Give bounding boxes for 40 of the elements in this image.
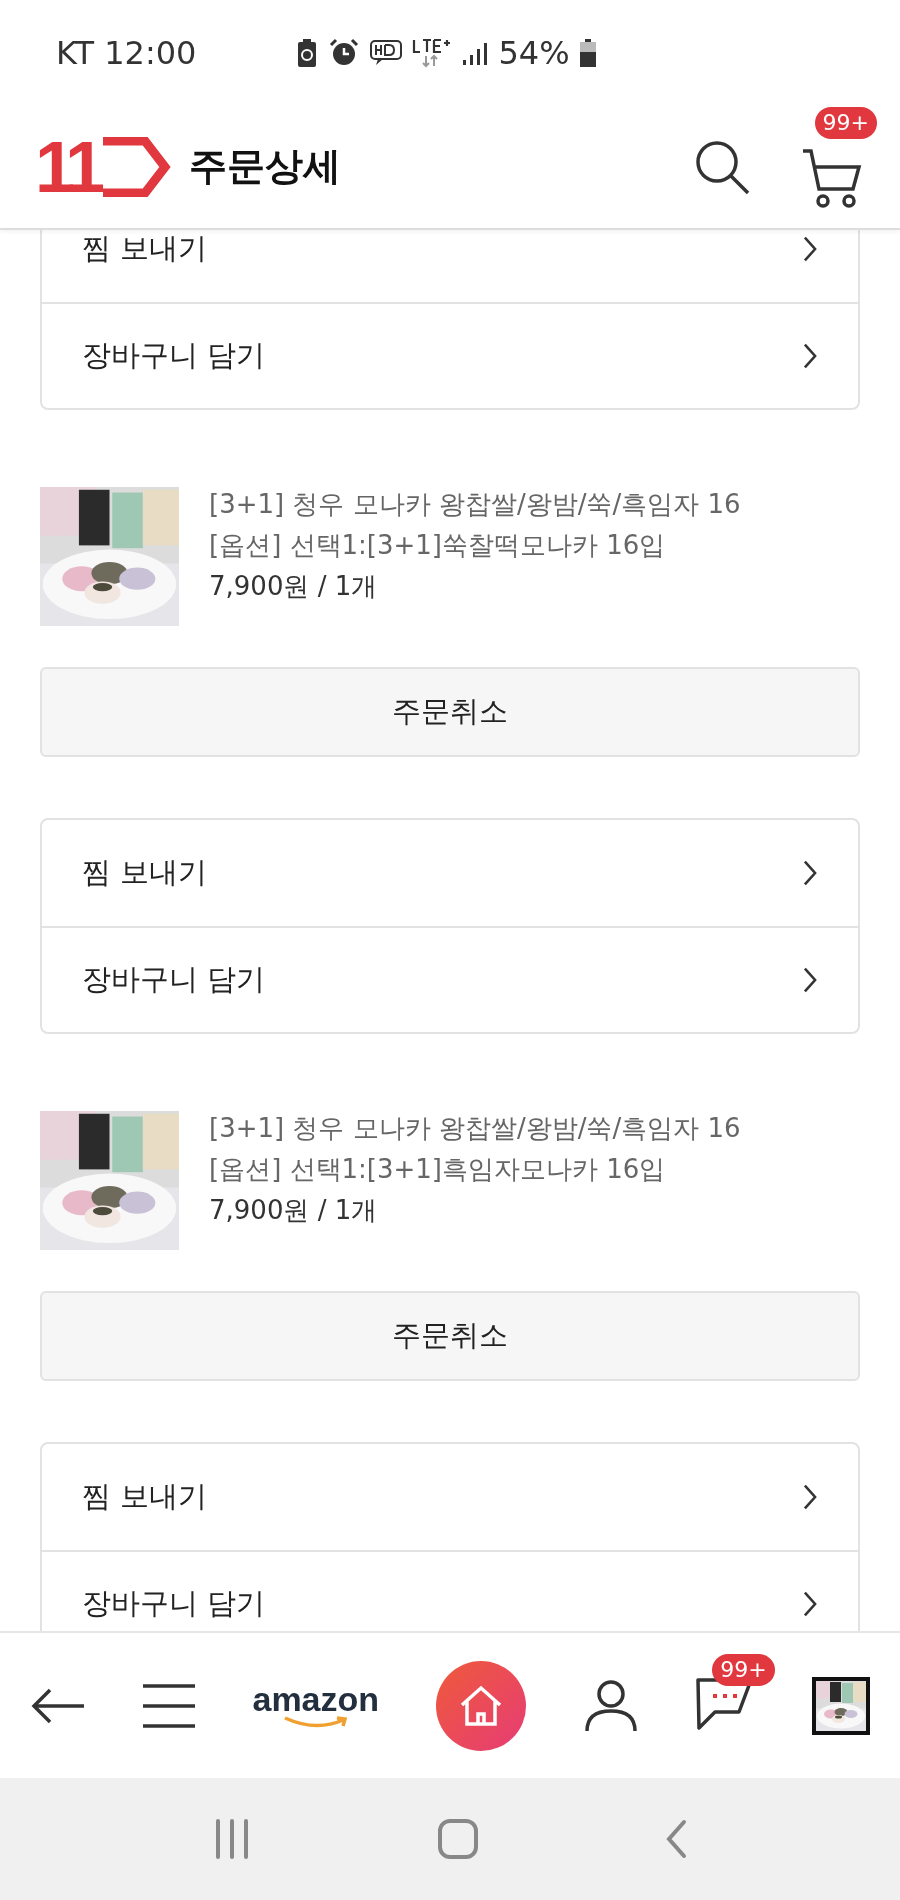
carrier-time: KT 12:00	[56, 33, 197, 72]
product-title: [3+1] 청우 모나카 왕찹쌀/왕밤/쑥/흑임자 16	[209, 488, 741, 521]
chevron-right-icon	[802, 1483, 818, 1511]
row-label: 찜 보내기	[82, 230, 208, 267]
product-option: [옵션] 선택1:[3+1]쑥찰떡모나카 16입	[209, 528, 741, 563]
action-row[interactable]: 찜 보내기	[42, 230, 858, 302]
cart-count-badge: 99+	[814, 106, 877, 139]
chevron-right-icon	[802, 235, 818, 263]
row-label: 장바구니 담기	[82, 337, 266, 374]
menu-icon[interactable]	[143, 1682, 196, 1729]
amazon-logo[interactable]: amazon	[252, 1681, 380, 1730]
home-icon	[459, 1684, 504, 1727]
row-label: 찜 보내기	[82, 1478, 208, 1515]
row-label: 장바구니 담기	[82, 961, 266, 998]
home-square-icon[interactable]	[437, 1818, 479, 1860]
chevron-right-icon	[802, 1590, 818, 1618]
row-label: 찜 보내기	[82, 854, 208, 891]
battery-percent: 54%	[498, 33, 570, 72]
product-price: 7,900원 / 1개	[209, 570, 379, 603]
chevron-right-icon	[802, 342, 818, 370]
action-row[interactable]: 장바구니 담기	[42, 926, 858, 1032]
cancel-order-button[interactable]: 주문취소	[40, 667, 860, 757]
battery-saver-icon	[296, 37, 319, 68]
product-title: [3+1] 청우 모나카 왕찹쌀/왕밤/쑥/흑임자 16	[209, 1112, 741, 1145]
chat-count-badge: 99+	[712, 1653, 775, 1686]
battery-icon	[579, 38, 596, 67]
chevron-right-icon	[802, 966, 818, 994]
action-row[interactable]: 찜 보내기	[42, 1444, 858, 1550]
action-row[interactable]: 찜 보내기	[42, 820, 858, 926]
hd-voice-icon	[370, 39, 403, 66]
action-row[interactable]: 장바구니 담기	[42, 302, 858, 408]
page-title: 주문상세	[189, 143, 342, 190]
logo[interactable]: 11	[35, 130, 172, 203]
row-label: 장바구니 담기	[82, 1585, 266, 1622]
product-price: 7,900원 / 1개	[209, 1194, 379, 1227]
chevron-right-icon	[802, 859, 818, 887]
lte-icon	[412, 37, 453, 68]
person-icon[interactable]	[583, 1678, 638, 1733]
cancel-order-button[interactable]: 주문취소	[40, 1291, 860, 1381]
product-option: [옵션] 선택1:[3+1]흑임자모나카 16입	[209, 1152, 741, 1187]
